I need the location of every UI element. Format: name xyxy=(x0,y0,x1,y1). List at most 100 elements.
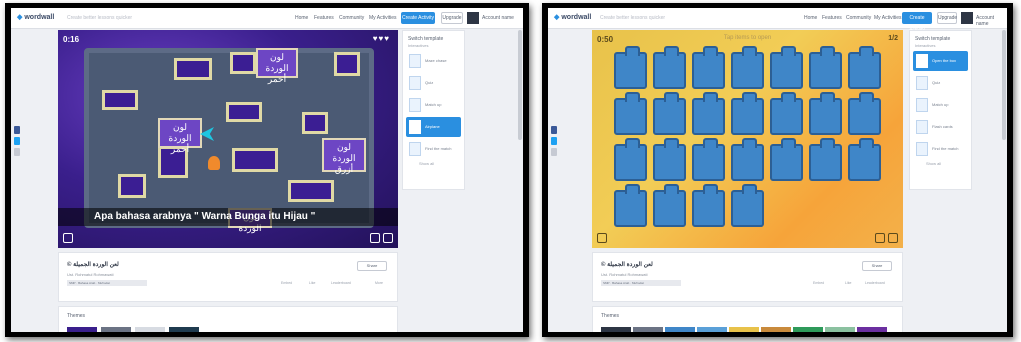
avatar[interactable] xyxy=(961,12,973,24)
mystery-box[interactable] xyxy=(614,46,647,89)
avatar[interactable] xyxy=(467,12,479,24)
game-settings-icon[interactable] xyxy=(597,233,607,243)
upgrade-button[interactable]: Upgrade xyxy=(441,12,463,24)
template-find-match[interactable]: Find the match xyxy=(913,139,968,159)
facebook-share-icon[interactable] xyxy=(551,126,557,134)
more-share-icon[interactable] xyxy=(14,148,20,156)
page-scrollbar[interactable] xyxy=(518,30,522,140)
theme-thumbnail[interactable] xyxy=(601,327,631,332)
theme-thumbnail[interactable] xyxy=(793,327,823,332)
facebook-share-icon[interactable] xyxy=(14,126,20,134)
answer-zone-1[interactable]: لون الوردة أحمر xyxy=(256,48,298,84)
fullscreen-icon[interactable] xyxy=(383,233,393,243)
theme-thumbnail[interactable] xyxy=(67,327,97,332)
more-share-icon[interactable] xyxy=(551,148,557,156)
sound-icon[interactable] xyxy=(875,233,885,243)
nav-features[interactable]: Features xyxy=(314,15,334,21)
upgrade-button[interactable]: Upgrade xyxy=(937,12,957,24)
mystery-box[interactable] xyxy=(614,92,647,135)
mystery-box[interactable] xyxy=(692,46,725,89)
embed-link[interactable]: Embed xyxy=(813,281,824,285)
mystery-box[interactable] xyxy=(731,184,764,227)
open-the-box-game[interactable]: Tap items to open 0:50 1/2 xyxy=(592,30,903,248)
like-link[interactable]: Like xyxy=(309,281,315,285)
leaderboard-link[interactable]: Leaderboard xyxy=(865,281,885,285)
theme-thumbnail[interactable] xyxy=(169,327,199,332)
mystery-box[interactable] xyxy=(653,92,686,135)
template-quiz[interactable]: Quiz xyxy=(913,73,968,93)
nav-community[interactable]: Community xyxy=(339,15,364,21)
share-button[interactable]: Share xyxy=(862,261,892,271)
create-activity-button[interactable]: Create Activity xyxy=(401,12,435,24)
template-match-up[interactable]: Match up xyxy=(406,95,461,115)
nav-my-activities[interactable]: My Activities xyxy=(369,15,397,21)
template-open-the-box[interactable]: Open the box xyxy=(913,51,968,71)
mystery-box[interactable] xyxy=(614,138,647,181)
nav-my-activities[interactable]: My Activities xyxy=(874,15,902,21)
mystery-box[interactable] xyxy=(653,46,686,89)
share-button[interactable]: Share xyxy=(357,261,387,271)
like-link[interactable]: Like xyxy=(845,281,851,285)
mystery-box[interactable] xyxy=(731,46,764,89)
activity-tags[interactable]: SMP · Bahasa Arab · Mufrodat xyxy=(601,280,681,286)
mystery-box[interactable] xyxy=(770,92,803,135)
nav-community[interactable]: Community xyxy=(846,15,871,21)
mystery-box[interactable] xyxy=(848,46,881,89)
mystery-box[interactable] xyxy=(653,138,686,181)
mystery-box[interactable] xyxy=(731,138,764,181)
leaderboard-link[interactable]: Leaderboard xyxy=(331,281,351,285)
mystery-box[interactable] xyxy=(848,138,881,181)
mystery-box[interactable] xyxy=(692,138,725,181)
show-all-templates-link[interactable]: Show all xyxy=(910,161,971,166)
account-name[interactable]: Account name xyxy=(482,15,514,21)
theme-thumbnail[interactable] xyxy=(135,327,165,332)
activity-tags[interactable]: SMP · Bahasa Arab · Mufrodat xyxy=(67,280,147,286)
sound-icon[interactable] xyxy=(370,233,380,243)
answer-zone-3[interactable]: لون الوردة أزرق xyxy=(322,138,366,174)
twitter-share-icon[interactable] xyxy=(551,137,557,145)
nav-home[interactable]: Home xyxy=(295,15,308,21)
theme-thumbnail[interactable] xyxy=(697,327,727,332)
template-find-match[interactable]: Find the match xyxy=(406,139,461,159)
show-all-templates-link[interactable]: Show all xyxy=(403,161,464,166)
mystery-box[interactable] xyxy=(731,92,764,135)
maze-chase-game[interactable]: لون الوردة أحمر لون الوردة أحمر لون الور… xyxy=(58,30,398,248)
more-link[interactable]: More xyxy=(375,281,383,285)
mystery-box[interactable] xyxy=(848,92,881,135)
answer-zone-2[interactable]: لون الوردة أحمر xyxy=(158,118,202,154)
activity-author[interactable]: Ust. Rohmatul Rohmawati xyxy=(67,272,113,277)
nav-features[interactable]: Features xyxy=(822,15,842,21)
mystery-box[interactable] xyxy=(809,92,842,135)
theme-thumbnail[interactable] xyxy=(857,327,887,332)
nav-home[interactable]: Home xyxy=(804,15,817,21)
app-logo[interactable]: ◆ wordwall xyxy=(17,13,54,21)
game-settings-icon[interactable] xyxy=(63,233,73,243)
theme-thumbnail[interactable] xyxy=(761,327,791,332)
mystery-box[interactable] xyxy=(770,138,803,181)
mystery-box[interactable] xyxy=(692,184,725,227)
twitter-share-icon[interactable] xyxy=(14,137,20,145)
theme-thumbnail[interactable] xyxy=(729,327,759,332)
mystery-box[interactable] xyxy=(770,46,803,89)
template-match-up[interactable]: Match up xyxy=(913,95,968,115)
theme-thumbnail[interactable] xyxy=(633,327,663,332)
embed-link[interactable]: Embed xyxy=(281,281,292,285)
mystery-box[interactable] xyxy=(809,138,842,181)
mystery-box[interactable] xyxy=(614,184,647,227)
template-airplane[interactable]: Airplane xyxy=(406,117,461,137)
account-name[interactable]: Account name xyxy=(976,15,1007,27)
create-activity-button[interactable]: Create Activity xyxy=(902,12,932,33)
template-maze-chase[interactable]: Maze chase xyxy=(406,51,461,71)
activity-author[interactable]: Ust. Rohmatul Rohmawati xyxy=(601,272,647,277)
theme-thumbnail[interactable] xyxy=(665,327,695,332)
theme-thumbnail[interactable] xyxy=(101,327,131,332)
theme-thumbnail[interactable] xyxy=(825,327,855,332)
template-flash-cards[interactable]: Flash cards xyxy=(913,117,968,137)
page-scrollbar[interactable] xyxy=(1002,30,1006,140)
mystery-box[interactable] xyxy=(692,92,725,135)
mystery-box[interactable] xyxy=(809,46,842,89)
template-quiz[interactable]: Quiz xyxy=(406,73,461,93)
fullscreen-icon[interactable] xyxy=(888,233,898,243)
app-logo[interactable]: ◆ wordwall xyxy=(554,13,591,21)
mystery-box[interactable] xyxy=(653,184,686,227)
